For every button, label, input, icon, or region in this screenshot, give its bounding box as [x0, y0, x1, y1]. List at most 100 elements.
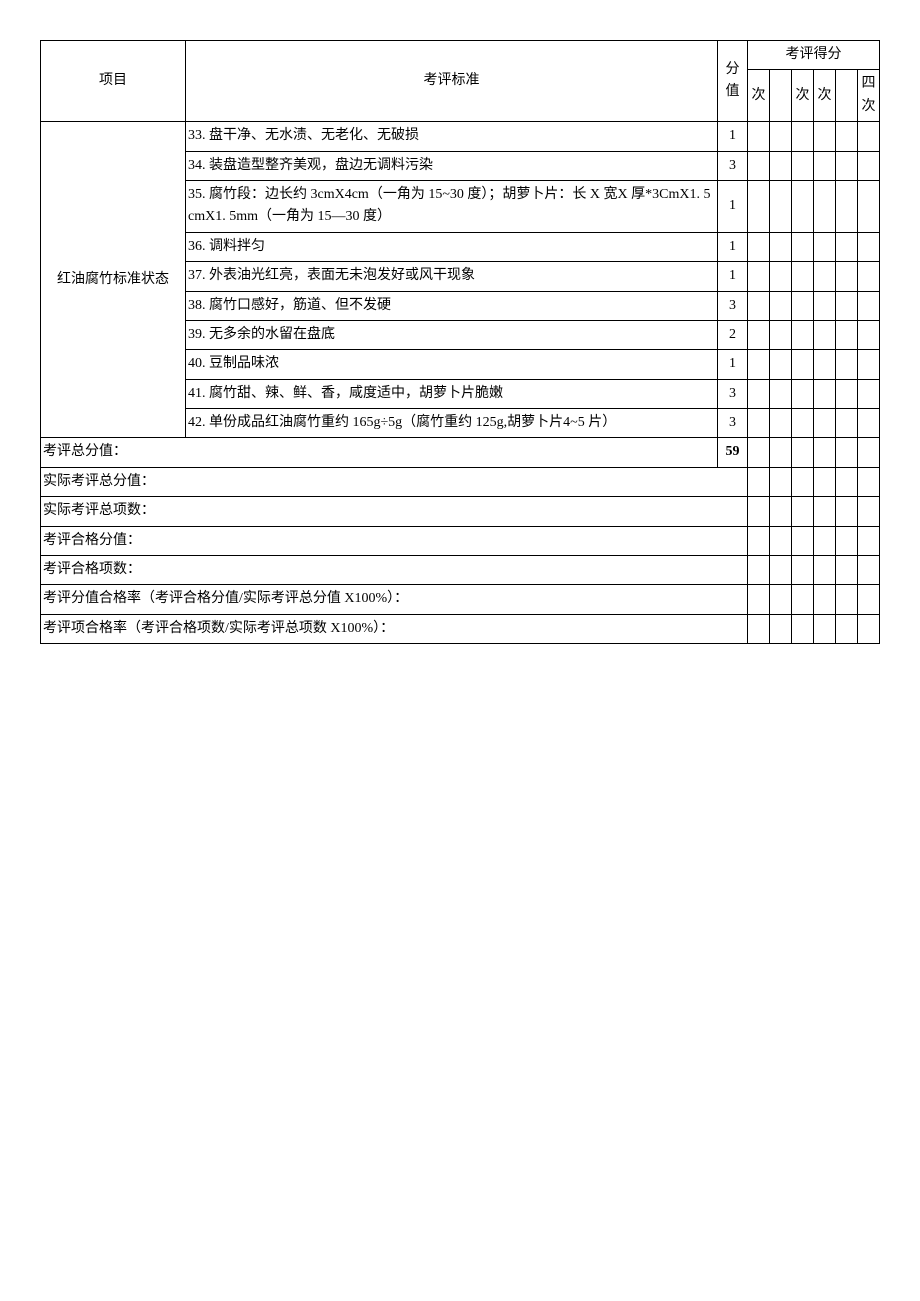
score-cell[interactable] [835, 526, 857, 555]
score-cell[interactable] [813, 232, 835, 261]
score-cell[interactable] [835, 497, 857, 526]
score-cell[interactable] [747, 320, 769, 349]
score-cell[interactable] [813, 614, 835, 643]
score-cell[interactable] [769, 379, 791, 408]
score-cell[interactable] [835, 350, 857, 379]
score-cell[interactable] [791, 614, 813, 643]
score-cell[interactable] [747, 350, 769, 379]
score-cell[interactable] [813, 151, 835, 180]
score-cell[interactable] [747, 262, 769, 291]
score-cell[interactable] [835, 409, 857, 438]
score-cell[interactable] [769, 467, 791, 496]
score-cell[interactable] [769, 291, 791, 320]
score-cell[interactable] [857, 526, 879, 555]
score-cell[interactable] [769, 409, 791, 438]
score-cell[interactable] [857, 556, 879, 585]
score-cell[interactable] [769, 232, 791, 261]
score-cell[interactable] [747, 379, 769, 408]
score-cell[interactable] [791, 526, 813, 555]
score-cell[interactable] [857, 409, 879, 438]
score-cell[interactable] [835, 151, 857, 180]
score-cell[interactable] [813, 291, 835, 320]
score-cell[interactable] [769, 497, 791, 526]
score-cell[interactable] [769, 151, 791, 180]
score-cell[interactable] [769, 122, 791, 151]
score-cell[interactable] [791, 497, 813, 526]
score-cell[interactable] [791, 122, 813, 151]
score-cell[interactable] [857, 262, 879, 291]
score-cell[interactable] [857, 467, 879, 496]
score-cell[interactable] [769, 350, 791, 379]
score-cell[interactable] [791, 467, 813, 496]
score-cell[interactable] [857, 438, 879, 467]
score-cell[interactable] [791, 320, 813, 349]
score-cell[interactable] [747, 151, 769, 180]
score-cell[interactable] [813, 556, 835, 585]
score-cell[interactable] [835, 262, 857, 291]
score-cell[interactable] [857, 497, 879, 526]
score-cell[interactable] [857, 585, 879, 614]
score-cell[interactable] [747, 180, 769, 232]
score-cell[interactable] [813, 467, 835, 496]
score-cell[interactable] [835, 556, 857, 585]
score-cell[interactable] [835, 585, 857, 614]
score-cell[interactable] [857, 614, 879, 643]
score-cell[interactable] [813, 409, 835, 438]
score-cell[interactable] [747, 409, 769, 438]
score-cell[interactable] [813, 262, 835, 291]
score-cell[interactable] [791, 409, 813, 438]
score-cell[interactable] [813, 180, 835, 232]
score-cell[interactable] [747, 497, 769, 526]
score-cell[interactable] [835, 379, 857, 408]
score-cell[interactable] [747, 232, 769, 261]
score-cell[interactable] [791, 180, 813, 232]
score-cell[interactable] [747, 467, 769, 496]
score-cell[interactable] [813, 585, 835, 614]
score-cell[interactable] [747, 585, 769, 614]
score-cell[interactable] [769, 180, 791, 232]
score-cell[interactable] [857, 122, 879, 151]
score-cell[interactable] [857, 320, 879, 349]
score-cell[interactable] [813, 526, 835, 555]
score-cell[interactable] [857, 232, 879, 261]
score-cell[interactable] [791, 151, 813, 180]
score-cell[interactable] [769, 438, 791, 467]
score-cell[interactable] [791, 379, 813, 408]
score-cell[interactable] [769, 585, 791, 614]
score-cell[interactable] [747, 291, 769, 320]
score-cell[interactable] [857, 291, 879, 320]
score-cell[interactable] [791, 556, 813, 585]
score-cell[interactable] [835, 320, 857, 349]
score-cell[interactable] [813, 350, 835, 379]
score-cell[interactable] [857, 350, 879, 379]
score-cell[interactable] [769, 526, 791, 555]
score-cell[interactable] [747, 438, 769, 467]
score-cell[interactable] [769, 262, 791, 291]
score-cell[interactable] [835, 291, 857, 320]
score-cell[interactable] [747, 614, 769, 643]
score-cell[interactable] [857, 151, 879, 180]
score-cell[interactable] [791, 585, 813, 614]
score-cell[interactable] [835, 122, 857, 151]
score-cell[interactable] [791, 291, 813, 320]
score-cell[interactable] [813, 379, 835, 408]
score-cell[interactable] [747, 556, 769, 585]
score-cell[interactable] [835, 438, 857, 467]
score-cell[interactable] [791, 262, 813, 291]
score-cell[interactable] [857, 379, 879, 408]
score-cell[interactable] [813, 320, 835, 349]
score-cell[interactable] [791, 438, 813, 467]
score-cell[interactable] [769, 614, 791, 643]
score-cell[interactable] [857, 180, 879, 232]
score-cell[interactable] [791, 232, 813, 261]
score-cell[interactable] [813, 497, 835, 526]
score-cell[interactable] [835, 467, 857, 496]
score-cell[interactable] [835, 614, 857, 643]
score-cell[interactable] [835, 180, 857, 232]
score-cell[interactable] [813, 122, 835, 151]
score-cell[interactable] [747, 526, 769, 555]
score-cell[interactable] [769, 556, 791, 585]
score-cell[interactable] [769, 320, 791, 349]
score-cell[interactable] [791, 350, 813, 379]
score-cell[interactable] [813, 438, 835, 467]
